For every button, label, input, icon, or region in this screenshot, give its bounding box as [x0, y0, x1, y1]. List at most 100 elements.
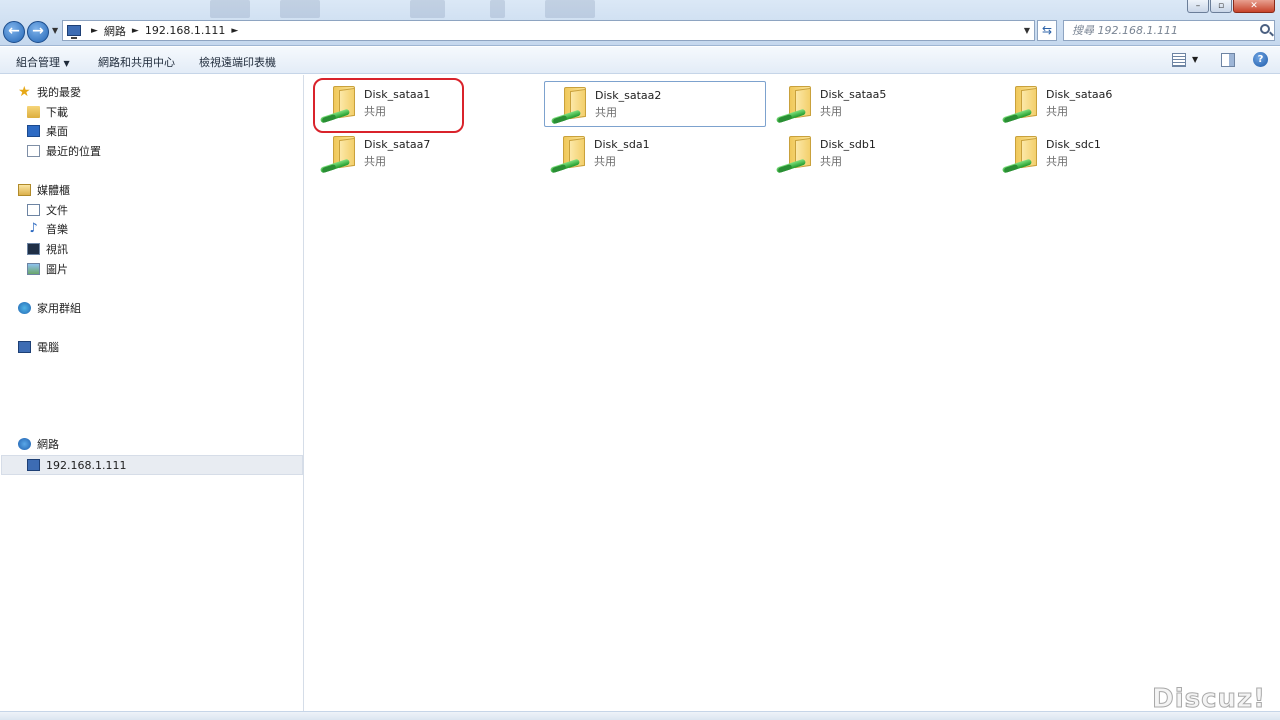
recent-places-icon	[27, 145, 40, 157]
forward-button[interactable]: →	[27, 21, 49, 43]
nav-favorites-label: 我的最愛	[37, 86, 81, 99]
share-name: Disk_sdb1	[820, 138, 876, 151]
pictures-icon	[27, 263, 40, 275]
navigation-pane: ★ 我的最愛 下載 桌面 最近的位置 媒體櫃 文件 ♪ 音樂 視訊 圖片 家用群…	[0, 75, 304, 711]
title-bar: – ▫ ✕ ← → ▼ ► 網路 ► 192.168.1.111 ► ▼ ⇆ 搜…	[0, 0, 1280, 46]
annotation-highlight-ring	[313, 78, 464, 133]
watermark-logo: Discuz!	[1152, 684, 1266, 715]
nav-recent-places-label: 最近的位置	[46, 145, 101, 158]
nav-favorites[interactable]: ★ 我的最愛	[18, 83, 81, 101]
nav-downloads[interactable]: 下載	[27, 103, 68, 121]
nav-libraries-label: 媒體櫃	[37, 184, 70, 197]
nav-recent-places[interactable]: 最近的位置	[27, 142, 101, 160]
share-item[interactable]: Disk_sataa6 共用	[996, 81, 1218, 127]
share-item[interactable]: Disk_sda1 共用	[544, 131, 766, 177]
shared-folder-icon	[1001, 133, 1039, 174]
preview-pane-icon[interactable]	[1221, 53, 1235, 67]
nav-music-label: 音樂	[46, 223, 68, 236]
share-type: 共用	[594, 155, 616, 168]
nav-computer[interactable]: 電腦	[18, 338, 59, 356]
nav-pictures[interactable]: 圖片	[27, 260, 68, 278]
breadcrumb-separator-icon[interactable]: ►	[91, 26, 98, 36]
network-icon	[18, 438, 31, 450]
nav-network[interactable]: 網路	[18, 435, 59, 453]
share-type: 共用	[820, 155, 842, 168]
nav-desktop-label: 桌面	[46, 125, 68, 138]
status-bar	[0, 711, 1280, 720]
share-type: 共用	[820, 105, 842, 118]
shared-folder-icon	[319, 133, 357, 174]
organize-label: 組合管理	[16, 56, 60, 69]
nav-documents[interactable]: 文件	[27, 201, 68, 219]
share-name: Disk_sdc1	[1046, 138, 1101, 151]
star-icon: ★	[18, 84, 31, 100]
computer-icon	[18, 341, 31, 353]
share-type: 共用	[364, 155, 386, 168]
back-button[interactable]: ←	[3, 21, 25, 43]
share-type: 共用	[1046, 105, 1068, 118]
shared-folder-icon	[775, 83, 813, 124]
nav-music[interactable]: ♪ 音樂	[27, 220, 68, 238]
share-item[interactable]: Disk_sdc1 共用	[996, 131, 1218, 177]
network-computer-icon	[27, 459, 40, 471]
libraries-icon	[18, 184, 31, 196]
close-button[interactable]: ✕	[1233, 0, 1275, 13]
breadcrumb-separator-icon[interactable]: ►	[231, 26, 238, 36]
search-icon[interactable]	[1260, 24, 1270, 34]
video-icon	[27, 243, 40, 255]
music-note-icon: ♪	[29, 221, 38, 236]
search-input[interactable]: 搜尋 192.168.1.111	[1063, 20, 1275, 41]
search-placeholder: 搜尋 192.168.1.111	[1072, 24, 1178, 37]
nav-homegroup[interactable]: 家用群組	[18, 299, 81, 317]
nav-videos-label: 視訊	[46, 243, 68, 256]
desktop-icon	[27, 125, 40, 137]
breadcrumb-separator-icon[interactable]: ►	[132, 26, 139, 36]
nav-videos[interactable]: 視訊	[27, 240, 68, 258]
refresh-button[interactable]: ⇆	[1037, 20, 1057, 41]
share-type: 共用	[1046, 155, 1068, 168]
nav-homegroup-label: 家用群組	[37, 302, 81, 315]
share-type: 共用	[595, 106, 617, 119]
nav-libraries[interactable]: 媒體櫃	[18, 181, 70, 199]
nav-host-192-168-1-111[interactable]: 192.168.1.111	[27, 456, 126, 474]
address-bar[interactable]: ► 網路 ► 192.168.1.111 ► ▼	[62, 20, 1035, 41]
chevron-down-icon: ▼	[63, 59, 70, 68]
minimize-button[interactable]: –	[1187, 0, 1209, 13]
nav-network-label: 網路	[37, 438, 59, 451]
recent-pages-dropdown[interactable]: ▼	[52, 26, 58, 35]
share-name: Disk_sda1	[594, 138, 650, 151]
file-list: Disk_sataa1 共用 Disk_sataa2 共用 Disk_sataa…	[305, 75, 1280, 711]
maximize-button[interactable]: ▫	[1210, 0, 1232, 13]
share-item[interactable]: Disk_sataa7 共用	[314, 131, 536, 177]
view-remote-printers-button[interactable]: 檢視遠端印表機	[199, 54, 276, 70]
share-name: Disk_sataa7	[364, 138, 431, 151]
homegroup-icon	[18, 302, 31, 314]
blurred-taskbar-fragment	[280, 0, 320, 18]
blurred-taskbar-fragment	[545, 0, 595, 18]
address-history-dropdown-icon[interactable]: ▼	[1024, 26, 1030, 35]
change-view-icon[interactable]	[1172, 53, 1186, 67]
share-name: Disk_sataa5	[820, 88, 887, 101]
nav-desktop[interactable]: 桌面	[27, 122, 68, 140]
share-item[interactable]: Disk_sataa2 共用	[544, 81, 766, 127]
downloads-folder-icon	[27, 106, 40, 118]
breadcrumb-network[interactable]: 網路	[104, 23, 126, 39]
help-icon[interactable]: ?	[1253, 52, 1268, 67]
shared-folder-icon	[1001, 83, 1039, 124]
share-item[interactable]: Disk_sdb1 共用	[770, 131, 992, 177]
share-name: Disk_sataa2	[595, 89, 662, 102]
share-name: Disk_sataa6	[1046, 88, 1113, 101]
blurred-taskbar-fragment	[410, 0, 445, 18]
blurred-taskbar-fragment	[490, 0, 505, 18]
share-item[interactable]: Disk_sataa5 共用	[770, 81, 992, 127]
nav-documents-label: 文件	[46, 204, 68, 217]
view-options-dropdown-icon[interactable]: ▼	[1192, 55, 1198, 69]
network-sharing-center-button[interactable]: 網路和共用中心	[98, 54, 175, 70]
nav-downloads-label: 下載	[46, 106, 68, 119]
organize-button[interactable]: 組合管理 ▼	[16, 54, 70, 70]
breadcrumb-host[interactable]: 192.168.1.111	[145, 24, 225, 37]
shared-folder-icon	[775, 133, 813, 174]
shared-folder-icon	[550, 84, 588, 125]
nav-computer-label: 電腦	[37, 341, 59, 354]
blurred-taskbar-fragment	[210, 0, 250, 18]
